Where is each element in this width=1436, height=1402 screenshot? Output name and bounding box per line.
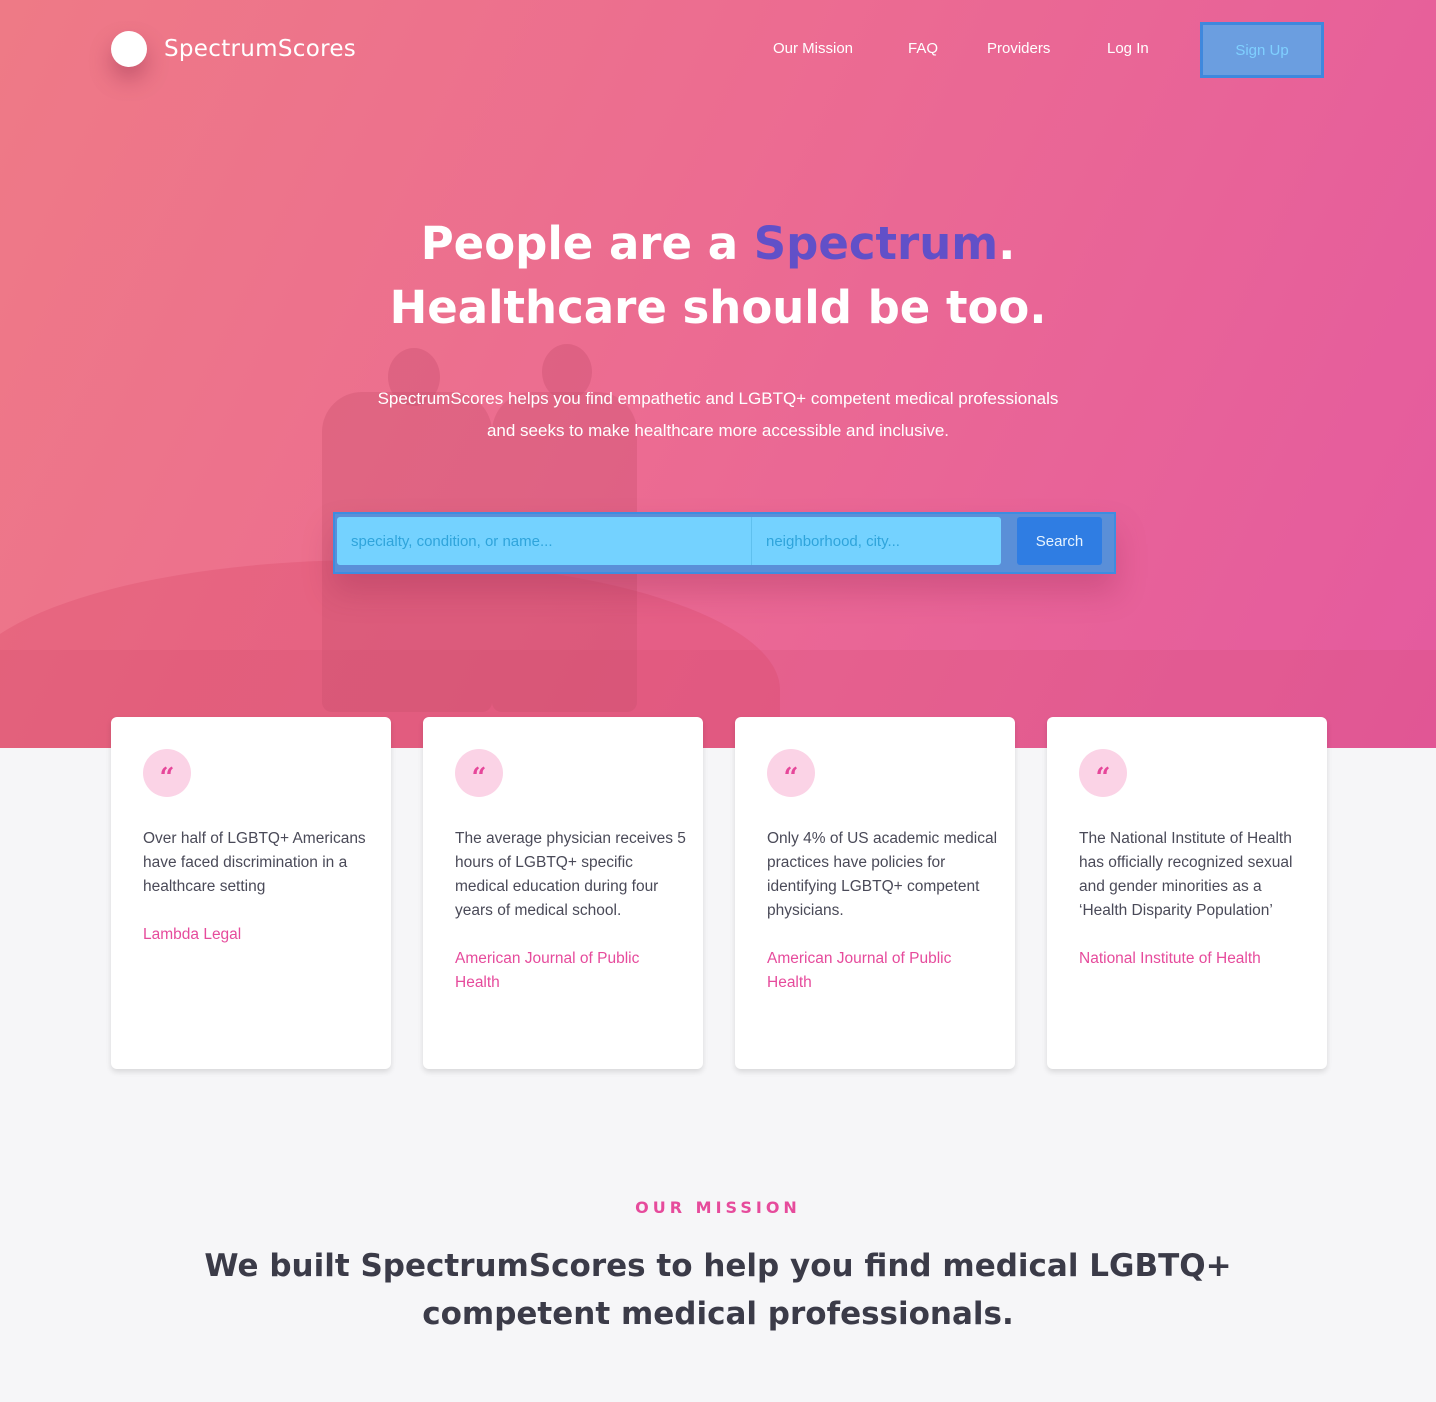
nav-providers[interactable]: Providers (987, 40, 1050, 57)
search-fields: specialty, condition, or name... neighbo… (337, 517, 1001, 565)
quote-icon: “ (455, 749, 503, 797)
mission-title-line-1: We built SpectrumScores to help you find… (204, 1248, 1232, 1284)
stat-text: The National Institute of Health has off… (1079, 830, 1293, 919)
stat-source-link[interactable]: American Journal of Public Health (455, 947, 687, 995)
stat-card: “ Over half of LGBTQ+ Americans have fac… (111, 717, 391, 1069)
nav-our-mission[interactable]: Our Mission (773, 40, 853, 57)
headline-period: . (998, 217, 1016, 270)
stat-card: “ Only 4% of US academic medical practic… (735, 717, 1015, 1069)
nav-faq[interactable]: FAQ (908, 40, 938, 57)
stat-source-link[interactable]: American Journal of Public Health (767, 947, 999, 995)
stat-source-link[interactable]: Lambda Legal (143, 923, 375, 947)
search-form: specialty, condition, or name... neighbo… (333, 512, 1116, 574)
quote-icon: “ (143, 749, 191, 797)
brand-logo[interactable]: SpectrumScores (111, 31, 356, 67)
mission-title: We built SpectrumScores to help you find… (0, 1242, 1436, 1338)
stat-text: Only 4% of US academic medical practices… (767, 830, 998, 919)
specialty-search-input[interactable]: specialty, condition, or name... (337, 517, 752, 565)
headline-accent: Spectrum (753, 217, 999, 270)
location-search-input[interactable]: neighborhood, city... (752, 517, 1001, 565)
subtitle-line-1: SpectrumScores helps you find empathetic… (377, 389, 1059, 408)
stat-source-link[interactable]: National Institute of Health (1079, 947, 1311, 971)
brand-name: SpectrumScores (164, 36, 357, 62)
hero-background-photo (0, 0, 1436, 748)
hero-headline: People are a Spectrum. Healthcare should… (0, 212, 1436, 340)
nav-log-in[interactable]: Log In (1107, 40, 1149, 57)
hero-subtitle: SpectrumScores helps you find empathetic… (0, 383, 1436, 447)
subtitle-line-2: and seeks to make healthcare more access… (486, 421, 950, 440)
mission-title-line-2: competent medical professionals. (422, 1296, 1014, 1332)
quote-icon: “ (1079, 749, 1127, 797)
headline-text: People are a (420, 217, 754, 270)
logo-circle-icon (111, 31, 147, 67)
stat-text: The average physician receives 5 hours o… (455, 830, 686, 919)
stat-text: Over half of LGBTQ+ Americans have faced… (143, 830, 366, 895)
headline-line-2: Healthcare should be too. (389, 281, 1047, 334)
section-label: OUR MISSION (635, 1198, 801, 1217)
stat-card: “ The average physician receives 5 hours… (423, 717, 703, 1069)
hero-section: SpectrumScores Our Mission FAQ Providers… (0, 0, 1436, 748)
sign-up-button[interactable]: Sign Up (1200, 22, 1324, 78)
quote-icon: “ (767, 749, 815, 797)
stat-card: “ The National Institute of Health has o… (1047, 717, 1327, 1069)
search-button[interactable]: Search (1017, 517, 1102, 565)
